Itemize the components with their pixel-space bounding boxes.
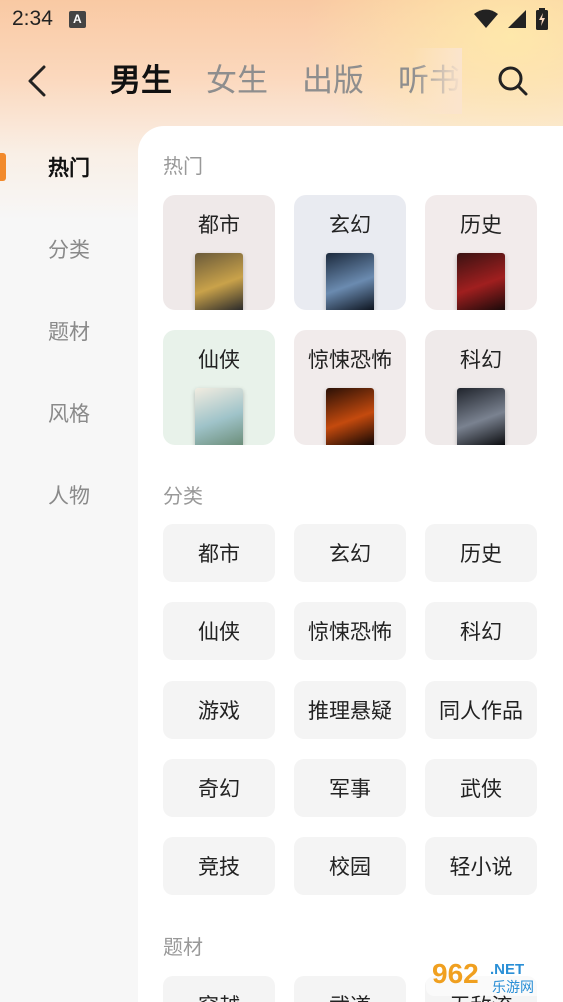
theme-chip[interactable]: 穿越 [163,976,275,1002]
category-chip[interactable]: 推理悬疑 [294,681,406,739]
card-label: 仙侠 [198,348,240,372]
search-button[interactable] [494,62,532,100]
sidebar-item-label: 风格 [48,402,90,426]
category-chip[interactable]: 校园 [294,837,406,895]
battery-icon [536,8,548,30]
category-chip[interactable]: 历史 [425,524,537,582]
book-cover [326,388,374,445]
category-chip[interactable]: 惊悚恐怖 [294,602,406,660]
section-title-theme: 题材 [163,935,203,959]
category-chip[interactable]: 仙侠 [163,602,275,660]
category-chip[interactable]: 竞技 [163,837,275,895]
watermark-badge: 962 .NET 乐游网 [426,954,560,996]
sidebar-item-theme[interactable]: 题材 [0,290,138,372]
search-icon [498,66,528,96]
category-chip[interactable]: 军事 [294,759,406,817]
sidebar-item-label: 人物 [48,484,90,508]
top-nav: 男生女生出版听书 [0,48,563,114]
book-cover [195,388,243,445]
watermark-site: 乐游网 [492,980,534,996]
sidebar-item-label: 题材 [48,320,90,344]
book-cover [195,253,243,310]
main-panel: 热门 都市 玄幻 历史 仙侠 惊悚恐怖 科幻 分类 都市 玄幻 历史 仙侠 惊悚… [138,126,563,1002]
category-chip[interactable]: 奇幻 [163,759,275,817]
hot-card[interactable]: 仙侠 [163,330,275,445]
hot-card[interactable]: 科幻 [425,330,537,445]
tab-publish[interactable]: 出版 [302,48,364,114]
sidebar-item-style[interactable]: 风格 [0,372,138,454]
hot-card[interactable]: 历史 [425,195,537,310]
sidebar-item-label: 分类 [48,238,90,262]
book-cover [326,253,374,310]
sidebar-item-character[interactable]: 人物 [0,454,138,536]
category-chip[interactable]: 轻小说 [425,837,537,895]
watermark-number: 962 [432,958,479,989]
theme-chip[interactable]: 武道 [294,976,406,1002]
back-button[interactable] [22,64,52,98]
wifi-icon [474,9,498,28]
card-label: 科幻 [460,348,502,372]
status-bar: 2:34 A [0,0,563,38]
tab-male[interactable]: 男生 [110,48,172,114]
category-chip[interactable]: 同人作品 [425,681,537,739]
signal-icon [508,10,526,28]
hot-card[interactable]: 都市 [163,195,275,310]
card-label: 玄幻 [329,213,371,237]
card-label: 惊悚恐怖 [308,348,392,372]
watermark-net: .NET [490,961,524,978]
section-title-category: 分类 [163,484,203,508]
book-cover [457,253,505,310]
section-title-hot: 热门 [163,154,203,178]
hot-card[interactable]: 惊悚恐怖 [294,330,406,445]
category-chip[interactable]: 科幻 [425,602,537,660]
category-chip[interactable]: 游戏 [163,681,275,739]
card-label: 历史 [460,213,502,237]
card-label: 都市 [198,213,240,237]
active-indicator [0,153,6,181]
tab-female[interactable]: 女生 [206,48,268,114]
sidebar-item-category[interactable]: 分类 [0,208,138,290]
notification-icon: A [68,10,86,28]
category-chip[interactable]: 武侠 [425,759,537,817]
chevron-left-icon [28,65,46,97]
tabs-fade [412,48,462,114]
sidebar-item-label: 热门 [48,156,90,180]
category-chip[interactable]: 玄幻 [294,524,406,582]
sidebar: 热门 分类 题材 风格 人物 [0,126,138,536]
category-chip[interactable]: 都市 [163,524,275,582]
sidebar-item-hot[interactable]: 热门 [0,126,138,208]
watermark-logo: 962 .NET 乐游网 [426,952,560,998]
channel-tabs: 男生女生出版听书 [110,48,462,114]
book-cover [457,388,505,445]
status-time: 2:34 [12,7,53,30]
hot-card[interactable]: 玄幻 [294,195,406,310]
